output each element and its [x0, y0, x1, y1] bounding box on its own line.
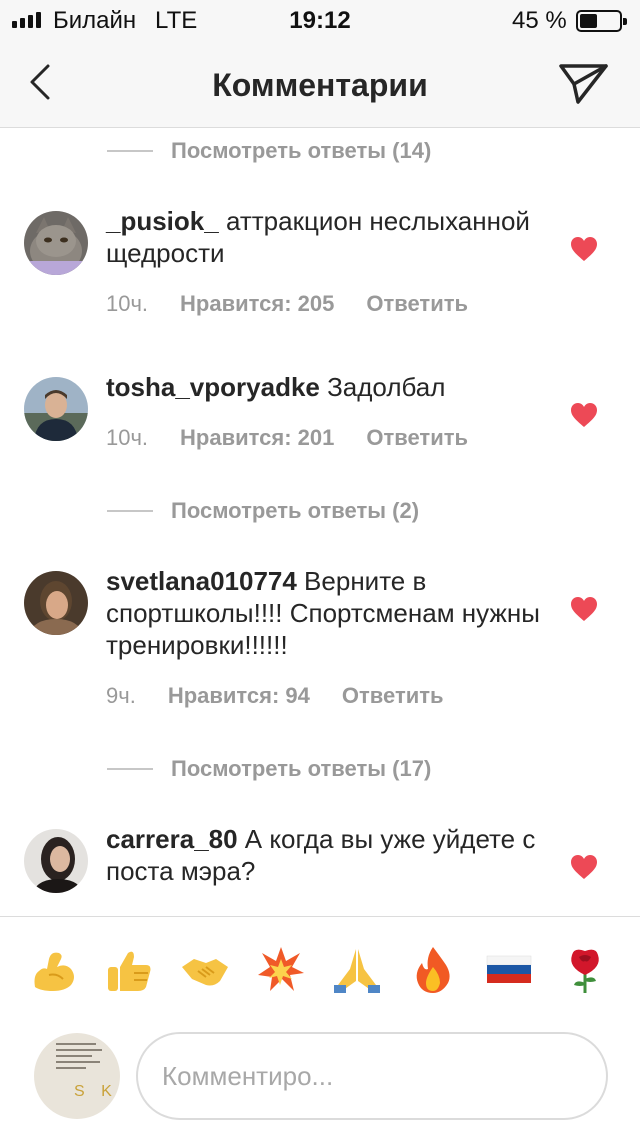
avatar[interactable] — [24, 829, 88, 893]
comment-input[interactable] — [136, 1032, 608, 1120]
comment-meta: 10ч. Нравится: 205 Ответить — [106, 291, 500, 317]
paper-plane-icon — [559, 64, 608, 104]
thumbs-up-emoji[interactable] — [104, 945, 154, 995]
like-heart-icon[interactable] — [570, 402, 598, 428]
navigation-bar: Комментарии — [0, 40, 640, 128]
share-button[interactable] — [556, 58, 612, 108]
comment-text: tosha_vporyadke Задолбал — [106, 371, 546, 403]
likes-count[interactable]: Нравится: 201 — [180, 425, 334, 450]
comment-text: carrera_80 А когда вы уже уйдете с поста… — [106, 823, 546, 887]
status-bar: Билайн LTE 19:12 45 % — [0, 0, 640, 40]
like-heart-icon[interactable] — [570, 854, 598, 880]
emoji-quick-bar — [0, 916, 640, 1022]
comment-username[interactable]: svetlana010774 — [106, 566, 297, 596]
avatar[interactable] — [24, 211, 88, 275]
folded-hands-emoji[interactable] — [332, 945, 382, 995]
handshake-emoji[interactable] — [180, 945, 230, 995]
my-avatar: S K — [34, 1033, 120, 1119]
avatar[interactable] — [24, 377, 88, 441]
comment-meta: 9ч. Нравится: 94 Ответить — [106, 683, 476, 709]
comment-text: svetlana010774 Верните в спортшколы!!!! … — [106, 565, 546, 661]
view-replies-label: Посмотреть ответы (14) — [171, 138, 432, 163]
page-title: Комментарии — [212, 67, 428, 103]
view-replies-button[interactable]: Посмотреть ответы (17) — [0, 747, 640, 791]
comment-time: 10ч. — [106, 291, 149, 316]
reply-button[interactable]: Ответить — [366, 291, 468, 316]
comment-time: 10ч. — [106, 425, 149, 450]
comment-composer: S K — [0, 1022, 640, 1136]
reply-button[interactable]: Ответить — [366, 425, 468, 450]
battery-icon — [576, 10, 627, 32]
likes-count[interactable]: Нравится: 205 — [180, 291, 334, 316]
comment-body: Задолбал — [319, 372, 446, 402]
battery-percent: 45 % — [512, 7, 567, 34]
rose-emoji[interactable] — [560, 945, 610, 995]
comment-username[interactable]: tosha_vporyadke — [106, 372, 320, 402]
battery-level-fill — [580, 14, 597, 28]
likes-count[interactable]: Нравится: 94 — [168, 683, 310, 708]
fire-emoji[interactable] — [408, 945, 458, 995]
avatar[interactable] — [24, 571, 88, 635]
flexed-biceps-emoji[interactable] — [29, 945, 79, 995]
view-replies-button[interactable]: Посмотреть ответы (14) — [0, 129, 640, 173]
view-replies-button[interactable]: Посмотреть ответы (2) — [0, 489, 640, 533]
comment-username[interactable]: carrera_80 — [106, 824, 238, 854]
comment-username[interactable]: _pusiok_ — [106, 206, 219, 236]
like-heart-icon[interactable] — [570, 596, 598, 622]
comments-list[interactable]: Посмотреть ответы (14) _pusiok_ аттракци… — [0, 129, 640, 915]
like-heart-icon[interactable] — [570, 236, 598, 262]
collision-emoji[interactable] — [256, 945, 306, 995]
russia-flag-emoji[interactable] — [484, 945, 534, 995]
comment-meta: 10ч. Нравится: 201 Ответить — [106, 425, 500, 451]
comment-text: _pusiok_ аттракцион неслыханной щедрости — [106, 205, 546, 269]
comment-time: 9ч. — [106, 683, 136, 708]
reply-button[interactable]: Ответить — [342, 683, 444, 708]
view-replies-label: Посмотреть ответы (2) — [171, 498, 420, 523]
view-replies-label: Посмотреть ответы (17) — [171, 756, 432, 781]
